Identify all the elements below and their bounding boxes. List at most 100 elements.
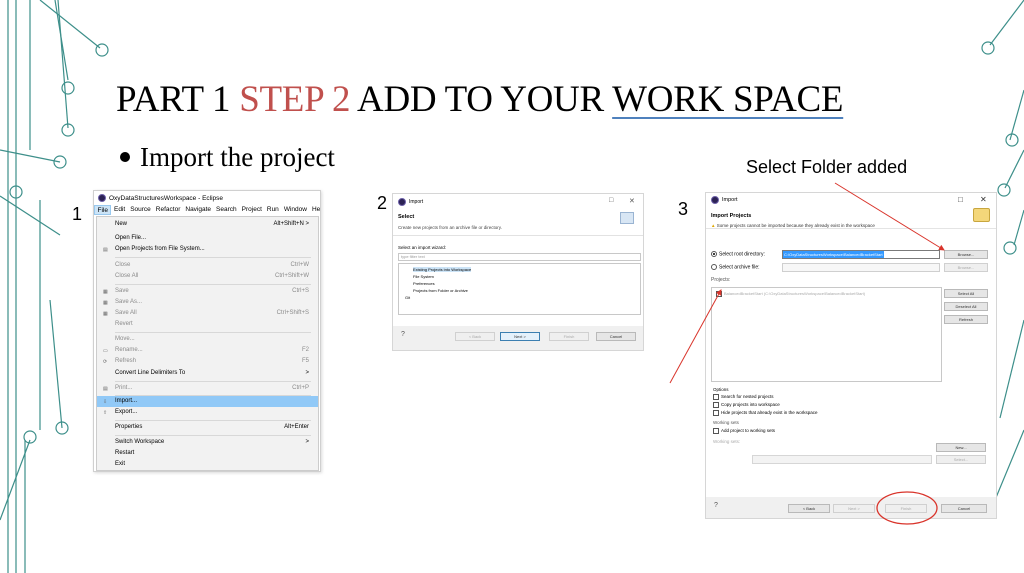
- menu-window[interactable]: Window: [281, 205, 309, 215]
- menu-item-properties[interactable]: Properties Alt+Enter: [97, 422, 318, 433]
- menu-item-refresh[interactable]: ⟳ Refresh F5: [97, 356, 318, 367]
- bullet-dot-icon: [120, 151, 130, 162]
- menu-item-move[interactable]: Move...: [97, 334, 318, 345]
- root-directory-input[interactable]: C:\OxyDataStructuresWorkspace\BalancedBr…: [782, 250, 940, 259]
- cancel-button[interactable]: Cancel: [941, 504, 987, 513]
- eclipse-icon: [711, 196, 719, 204]
- menu-run[interactable]: Run: [264, 205, 281, 215]
- eclipse-icon: [398, 198, 406, 206]
- browse-button[interactable]: Browse...: [944, 250, 988, 259]
- add-to-working-sets[interactable]: Add project to working sets: [713, 428, 818, 434]
- projects-label: Projects:: [711, 277, 731, 283]
- project-entry[interactable]: BalancedBracketStart (C:\OxyDataStructur…: [716, 291, 865, 297]
- warning-message: ▲ Some projects cannot be imported becau…: [711, 223, 875, 228]
- dialog-header: Import □ ✕ Import Projects ▲ Some projec…: [706, 193, 996, 229]
- wizard-tree: Existing Projects into Workspace File Sy…: [398, 263, 641, 315]
- menu-item-close[interactable]: Close Ctrl+W: [97, 260, 318, 271]
- option-hide-existing[interactable]: Hide projects that already exist in the …: [713, 410, 818, 416]
- working-sets-label: Working sets: [713, 420, 739, 425]
- options-label: Options: [713, 387, 729, 392]
- menu-project[interactable]: Project: [239, 205, 264, 215]
- menu-file[interactable]: File: [94, 205, 112, 215]
- tree-item-file-system[interactable]: File System: [413, 274, 434, 279]
- radio-icon: [711, 264, 717, 270]
- window-title: OxyDataStructuresWorkspace - Eclipse: [98, 194, 223, 202]
- deselect-all-button[interactable]: Deselect All: [944, 302, 988, 311]
- option-search-nested[interactable]: Search for nested projects: [713, 394, 818, 400]
- archive-file-input[interactable]: [782, 263, 940, 272]
- menu-edit[interactable]: Edit: [111, 205, 127, 215]
- import-projects-screenshot: Import □ ✕ Import Projects ▲ Some projec…: [705, 192, 997, 519]
- menu-item-revert[interactable]: Revert: [97, 319, 318, 330]
- menu-search[interactable]: Search: [214, 205, 240, 215]
- maximize-icon[interactable]: □: [609, 197, 613, 204]
- browse-archive-button[interactable]: Browse...: [944, 263, 988, 272]
- tree-item-git[interactable]: Git: [405, 295, 410, 300]
- help-icon[interactable]: ?: [401, 331, 405, 338]
- finish-button[interactable]: Finish: [549, 332, 589, 341]
- tree-item-existing-projects[interactable]: Existing Projects into Workspace: [413, 267, 472, 272]
- menu-source[interactable]: Source: [128, 205, 154, 215]
- next-button[interactable]: Next >: [500, 332, 540, 341]
- title-underlined: WORK SPACE: [612, 79, 844, 120]
- save-as-icon: ▦: [103, 300, 108, 306]
- filter-input[interactable]: type filter text: [398, 253, 641, 261]
- root-directory-option[interactable]: Select root directory:: [711, 251, 765, 257]
- menu-item-print[interactable]: ▤ Print... Ctrl+P: [97, 383, 318, 394]
- next-button[interactable]: Next >: [833, 504, 875, 513]
- select-working-set-button[interactable]: Select...: [936, 455, 986, 464]
- import-wizard-screenshot: Import □ ✕ Select Create new projects fr…: [392, 193, 644, 351]
- wizard-description: Create new projects from an archive file…: [398, 225, 502, 230]
- menu-item-switch-workspace[interactable]: Switch Workspace >: [97, 437, 318, 448]
- archive-file-option[interactable]: Select archive file:: [711, 264, 760, 270]
- menu-item-import[interactable]: ⇩ Import...: [97, 396, 318, 407]
- menu-item-convert-line-delimiters[interactable]: Convert Line Delimiters To >: [97, 368, 318, 379]
- menu-item-restart[interactable]: Restart: [97, 448, 318, 459]
- title-part1: PART 1: [116, 79, 240, 120]
- finish-button[interactable]: Finish: [885, 504, 927, 513]
- tree-item-projects-from-folder[interactable]: Projects from Folder or Archive: [413, 288, 468, 293]
- menu-refactor[interactable]: Refactor: [153, 205, 183, 215]
- close-icon[interactable]: ✕: [629, 197, 635, 205]
- back-button[interactable]: < Back: [455, 332, 495, 341]
- wizard-banner-icon: [620, 212, 634, 224]
- menu-item-exit[interactable]: Exit: [97, 459, 318, 470]
- folder-icon: ▤: [103, 247, 108, 253]
- menu-item-export[interactable]: ⇧ Export...: [97, 407, 318, 418]
- menu-item-close-all[interactable]: Close All Ctrl+Shift+W: [97, 271, 318, 282]
- cancel-button[interactable]: Cancel: [596, 332, 636, 341]
- menu-item-save-as[interactable]: ▦ Save As...: [97, 297, 318, 308]
- select-all-button[interactable]: Select All: [944, 289, 988, 298]
- refresh-button[interactable]: Refresh: [944, 315, 988, 324]
- dialog-footer: ? < Back Next > Finish Cancel: [706, 497, 996, 518]
- save-icon: ▦: [103, 289, 108, 295]
- help-icon[interactable]: ?: [714, 502, 718, 509]
- back-button[interactable]: < Back: [788, 504, 830, 513]
- new-working-set-button[interactable]: New...: [936, 443, 986, 452]
- callout-text: Select Folder added: [746, 157, 908, 177]
- wizard-heading: Import Projects: [711, 213, 752, 219]
- slide-title: PART 1 STEP 2 ADD TO YOUR WORK SPACE: [116, 78, 844, 121]
- menu-separator: [115, 435, 311, 436]
- menubar: File Edit Source Refactor Navigate Searc…: [94, 205, 320, 215]
- working-sets-select[interactable]: [752, 455, 932, 464]
- file-menu-dropdown: New Alt+Shift+N > Open File... ▤ Open Proj…: [96, 216, 319, 471]
- option-copy-projects[interactable]: Copy projects into workspace: [713, 402, 818, 408]
- wizard-heading: Select: [398, 214, 415, 220]
- menu-navigate[interactable]: Navigate: [183, 205, 214, 215]
- menu-item-new[interactable]: New Alt+Shift+N >: [97, 219, 318, 230]
- slide: PART 1 STEP 2 ADD TO YOUR WORK SPACE Imp…: [0, 0, 1024, 573]
- menu-item-open-file[interactable]: Open File...: [97, 233, 318, 244]
- menu-item-open-projects[interactable]: ▤ Open Projects from File System...: [97, 244, 318, 255]
- menu-help[interactable]: Help: [309, 205, 320, 215]
- save-all-icon: ▦: [103, 311, 108, 317]
- maximize-icon[interactable]: □: [958, 195, 963, 204]
- tree-item-preferences[interactable]: Preferences: [413, 281, 435, 286]
- warning-icon: ▲: [711, 223, 716, 228]
- step-number-2: 2: [377, 193, 388, 213]
- menu-item-rename[interactable]: ▭ Rename... F2: [97, 345, 318, 356]
- menu-item-save-all[interactable]: ▦ Save All Ctrl+Shift+S: [97, 308, 318, 319]
- menu-item-save[interactable]: ▦ Save Ctrl+S: [97, 286, 318, 297]
- close-icon[interactable]: ✕: [980, 195, 987, 204]
- dialog-title: Import: [711, 196, 738, 204]
